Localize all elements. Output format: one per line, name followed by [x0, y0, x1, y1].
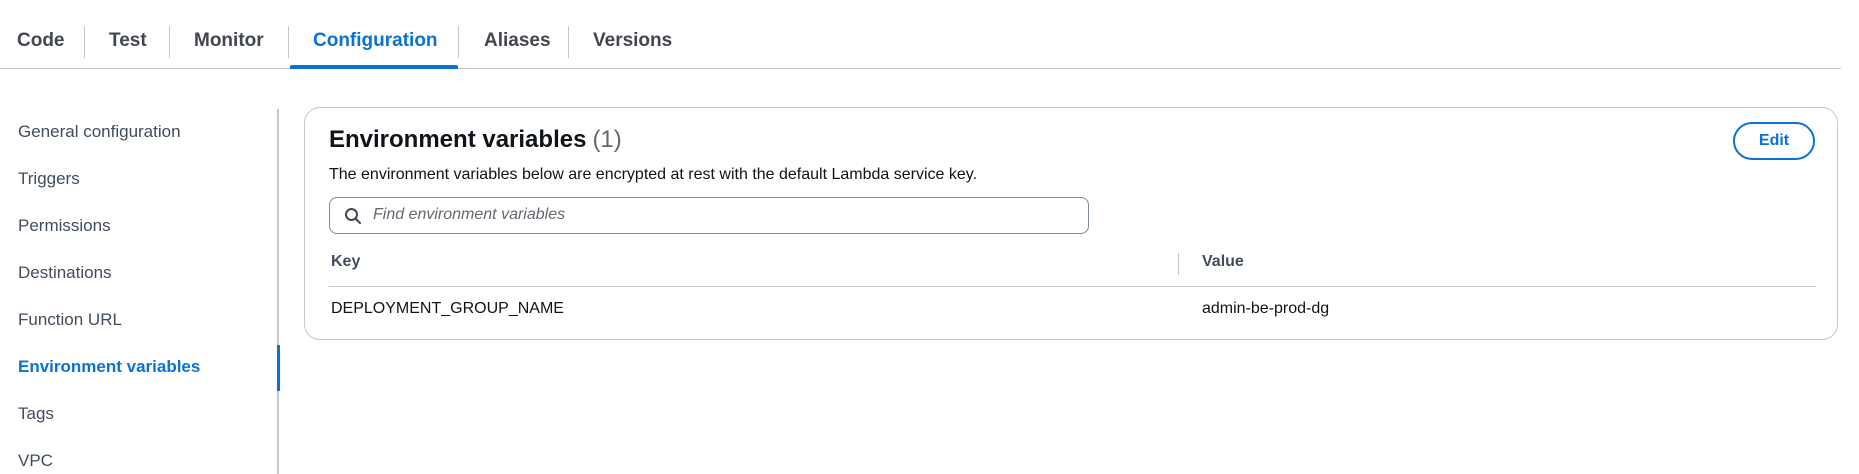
column-header-key: Key	[331, 253, 361, 270]
table-cell-value: admin-be-prod-dg	[1202, 300, 1330, 317]
panel-title-text: Environment variables	[329, 126, 587, 153]
search-input[interactable]: Find environment variables	[329, 197, 1089, 234]
active-tab-indicator	[290, 65, 458, 69]
tab-divider	[288, 26, 289, 58]
search-icon	[344, 207, 362, 225]
tab-aliases[interactable]: Aliases	[484, 24, 551, 60]
tab-divider	[458, 26, 459, 58]
sidebar-item-permissions[interactable]: Permissions	[18, 215, 111, 237]
config-sidebar: General configuration Triggers Permissio…	[0, 109, 279, 474]
tab-divider	[568, 26, 569, 58]
table-cell-key: DEPLOYMENT_GROUP_NAME	[331, 300, 564, 317]
panel-description: The environment variables below are encr…	[329, 166, 978, 183]
sidebar-item-vpc[interactable]: VPC	[18, 450, 53, 472]
search-placeholder: Find environment variables	[373, 206, 566, 223]
edit-button[interactable]: Edit	[1733, 122, 1815, 160]
column-resize-handle[interactable]	[1178, 253, 1179, 275]
sidebar-item-function-url[interactable]: Function URL	[18, 309, 122, 331]
tab-monitor[interactable]: Monitor	[194, 24, 264, 60]
sidebar-item-general-configuration[interactable]: General configuration	[18, 121, 181, 143]
column-header-value: Value	[1202, 253, 1244, 270]
tab-divider	[84, 26, 85, 58]
tab-code[interactable]: Code	[17, 24, 65, 60]
tab-configuration[interactable]: Configuration	[313, 24, 438, 60]
tab-divider	[169, 26, 170, 58]
sidebar-item-tags[interactable]: Tags	[18, 403, 54, 425]
table-header-divider	[329, 286, 1816, 287]
sidebar-item-destinations[interactable]: Destinations	[18, 262, 112, 284]
sidebar-active-indicator	[277, 345, 280, 391]
variable-count: (1)	[592, 126, 622, 153]
tab-test[interactable]: Test	[109, 24, 147, 60]
sidebar-item-triggers[interactable]: Triggers	[18, 168, 80, 190]
panel-title: Environment variables (1)	[329, 126, 622, 154]
tab-versions[interactable]: Versions	[593, 24, 672, 60]
tab-bar: Code Test Monitor Configuration Aliases …	[0, 0, 1841, 69]
sidebar-item-environment-variables[interactable]: Environment variables	[18, 356, 200, 378]
environment-variables-panel: Environment variables (1) Edit The enviro…	[304, 107, 1838, 340]
